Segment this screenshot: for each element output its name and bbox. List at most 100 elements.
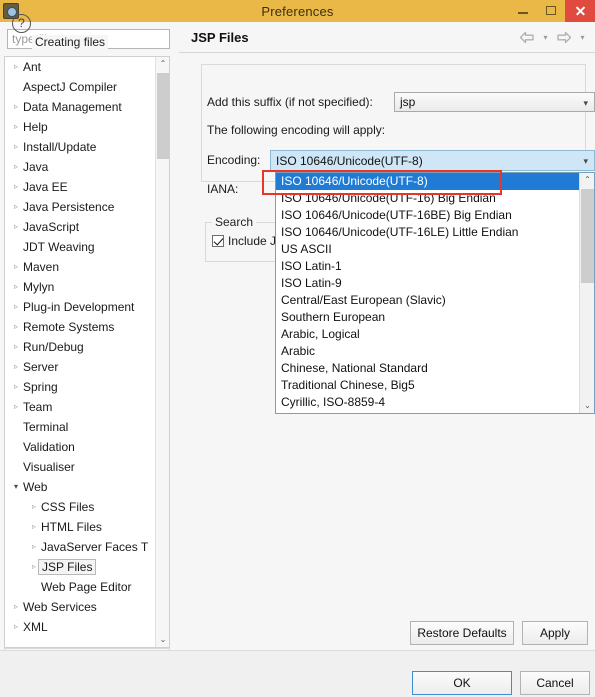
scrollbar-thumb[interactable] xyxy=(157,73,169,159)
triangle-right-icon[interactable]: ▹ xyxy=(9,357,23,377)
sidebar-item-ant[interactable]: ▹ Ant xyxy=(5,57,156,77)
encoding-dropdown-list[interactable]: ISO 10646/Unicode(UTF-8) ISO 10646/Unicod… xyxy=(275,172,595,414)
scroll-down-icon[interactable]: ⌄ xyxy=(580,399,595,413)
forward-button[interactable] xyxy=(554,28,574,46)
dropdown-option[interactable]: Central/East European (Slavic) xyxy=(276,292,581,309)
sidebar-item-help[interactable]: ▹ Help xyxy=(5,117,156,137)
sidebar-item-java[interactable]: ▹ Java xyxy=(5,157,156,177)
dropdown-option[interactable]: ISO 10646/Unicode(UTF-16LE) Little Endia… xyxy=(276,224,581,241)
scroll-down-icon[interactable]: ⌄ xyxy=(156,633,169,647)
sidebar-item-terminal[interactable]: Terminal xyxy=(5,417,156,437)
triangle-right-icon[interactable]: ▹ xyxy=(27,517,41,537)
dropdown-scrollbar-thumb[interactable] xyxy=(581,189,594,283)
suffix-combo[interactable]: jsp ▾ xyxy=(394,92,595,112)
triangle-right-icon[interactable]: ▹ xyxy=(9,277,23,297)
dropdown-scrollbar[interactable]: ⌃ ⌄ xyxy=(579,173,594,413)
sidebar-item-label: AspectJ Compiler xyxy=(23,80,118,94)
dropdown-option[interactable]: Southern European xyxy=(276,309,581,326)
triangle-right-icon[interactable]: ▹ xyxy=(9,397,23,417)
scroll-up-icon[interactable]: ⌃ xyxy=(580,173,595,187)
sidebar-item-web-services[interactable]: ▹ Web Services xyxy=(5,597,156,617)
help-icon[interactable]: ? xyxy=(12,14,31,33)
sidebar-item-data-management[interactable]: ▹ Data Management xyxy=(5,97,156,117)
triangle-right-icon[interactable]: ▹ xyxy=(9,57,23,77)
sidebar-item-javascript[interactable]: ▹ JavaScript xyxy=(5,217,156,237)
sidebar-item-maven[interactable]: ▹ Maven xyxy=(5,257,156,277)
navigation-controls: ▾ ▾ xyxy=(517,28,589,46)
scroll-up-icon[interactable]: ⌃ xyxy=(156,57,169,71)
include-jsp-checkbox[interactable]: Include J xyxy=(212,234,276,248)
sidebar-item-xml[interactable]: ▹ XML xyxy=(5,617,156,637)
sidebar-item-run-debug[interactable]: ▹ Run/Debug xyxy=(5,337,156,357)
forward-arrow-icon xyxy=(557,31,572,43)
restore-defaults-button[interactable]: Restore Defaults xyxy=(410,621,514,645)
cancel-button[interactable]: Cancel xyxy=(520,671,590,695)
triangle-right-icon[interactable]: ▹ xyxy=(9,197,23,217)
dropdown-option[interactable]: Arabic, Logical xyxy=(276,326,581,343)
triangle-right-icon[interactable]: ▹ xyxy=(9,137,23,157)
sidebar-item-label: Java Persistence xyxy=(23,200,115,214)
sidebar-item-aspectj-compiler[interactable]: AspectJ Compiler xyxy=(5,77,156,97)
dropdown-option[interactable]: ISO Latin-1 xyxy=(276,258,581,275)
apply-button[interactable]: Apply xyxy=(522,621,588,645)
dropdown-option[interactable]: ISO 10646/Unicode(UTF-16) Big Endian xyxy=(276,190,581,207)
sidebar-item-validation[interactable]: Validation xyxy=(5,437,156,457)
triangle-right-icon[interactable]: ▹ xyxy=(27,497,41,517)
back-dropdown-caret-icon[interactable]: ▾ xyxy=(539,28,552,46)
triangle-right-icon[interactable]: ▹ xyxy=(9,597,23,617)
triangle-right-icon[interactable]: ▹ xyxy=(9,617,23,637)
sidebar-item-visualiser[interactable]: Visualiser xyxy=(5,457,156,477)
sidebar-item-java-persistence[interactable]: ▹ Java Persistence xyxy=(5,197,156,217)
sidebar-item-spring[interactable]: ▹ Spring xyxy=(5,377,156,397)
triangle-down-icon[interactable]: ▾ xyxy=(9,477,23,497)
sidebar-item-web[interactable]: ▾ Web xyxy=(5,477,156,497)
maximize-button[interactable] xyxy=(537,0,565,22)
triangle-right-icon[interactable]: ▹ xyxy=(9,337,23,357)
sidebar-item-javaserver-faces-t[interactable]: ▹ JavaServer Faces T xyxy=(5,537,156,557)
triangle-right-icon[interactable]: ▹ xyxy=(9,257,23,277)
encoding-note: The following encoding will apply: xyxy=(207,123,386,137)
ok-button[interactable]: OK xyxy=(412,671,512,695)
sidebar-item-css-files[interactable]: ▹ CSS Files xyxy=(5,497,156,517)
back-button[interactable] xyxy=(517,28,537,46)
dropdown-option[interactable]: ISO 10646/Unicode(UTF-8) xyxy=(276,173,581,190)
sidebar-item-html-files[interactable]: ▹ HTML Files xyxy=(5,517,156,537)
dropdown-option[interactable]: ISO 10646/Unicode(UTF-16BE) Big Endian xyxy=(276,207,581,224)
tree-vertical-scrollbar[interactable]: ⌃ ⌄ xyxy=(155,57,169,647)
sidebar-item-remote-systems[interactable]: ▹ Remote Systems xyxy=(5,317,156,337)
close-button[interactable] xyxy=(565,0,595,22)
triangle-right-icon[interactable]: ▹ xyxy=(9,317,23,337)
minimize-button[interactable] xyxy=(509,0,537,22)
triangle-right-icon[interactable]: ▹ xyxy=(9,117,23,137)
dropdown-option[interactable]: Chinese, National Standard xyxy=(276,360,581,377)
triangle-right-icon[interactable]: ▹ xyxy=(9,157,23,177)
dropdown-option[interactable]: Cyrillic, ISO-8859-4 xyxy=(276,394,581,411)
forward-dropdown-caret-icon[interactable]: ▾ xyxy=(576,28,589,46)
sidebar-item-team[interactable]: ▹ Team xyxy=(5,397,156,417)
header-divider xyxy=(179,52,595,53)
triangle-right-icon[interactable]: ▹ xyxy=(9,177,23,197)
creating-files-group-label: Creating files xyxy=(32,35,109,49)
window-controls xyxy=(509,0,595,22)
sidebar-item-java-ee[interactable]: ▹ Java EE xyxy=(5,177,156,197)
preferences-tree[interactable]: ▹ Ant AspectJ Compiler ▹ Data Management ▹ Hel… xyxy=(4,56,170,648)
dropdown-option[interactable]: Arabic xyxy=(276,343,581,360)
dropdown-option[interactable]: Traditional Chinese, Big5 xyxy=(276,377,581,394)
triangle-right-icon[interactable]: ▹ xyxy=(9,377,23,397)
sidebar-item-label: Mylyn xyxy=(23,280,55,294)
encoding-combo[interactable]: ISO 10646/Unicode(UTF-8) ▾ xyxy=(270,150,595,171)
sidebar-item-mylyn[interactable]: ▹ Mylyn xyxy=(5,277,156,297)
checkbox-checked-icon xyxy=(212,235,224,247)
triangle-right-icon[interactable]: ▹ xyxy=(27,537,41,557)
triangle-right-icon[interactable]: ▹ xyxy=(9,97,23,117)
sidebar-item-jsp-files[interactable]: ▹ JSP Files xyxy=(5,557,156,577)
dropdown-option[interactable]: US ASCII xyxy=(276,241,581,258)
dropdown-option[interactable]: ISO Latin-9 xyxy=(276,275,581,292)
triangle-right-icon[interactable]: ▹ xyxy=(9,297,23,317)
sidebar-item-server[interactable]: ▹ Server xyxy=(5,357,156,377)
sidebar-item-install-update[interactable]: ▹ Install/Update xyxy=(5,137,156,157)
sidebar-item-plug-in-development[interactable]: ▹ Plug-in Development xyxy=(5,297,156,317)
sidebar-item-jdt-weaving[interactable]: JDT Weaving xyxy=(5,237,156,257)
sidebar-item-web-page-editor[interactable]: Web Page Editor xyxy=(5,577,156,597)
triangle-right-icon[interactable]: ▹ xyxy=(9,217,23,237)
